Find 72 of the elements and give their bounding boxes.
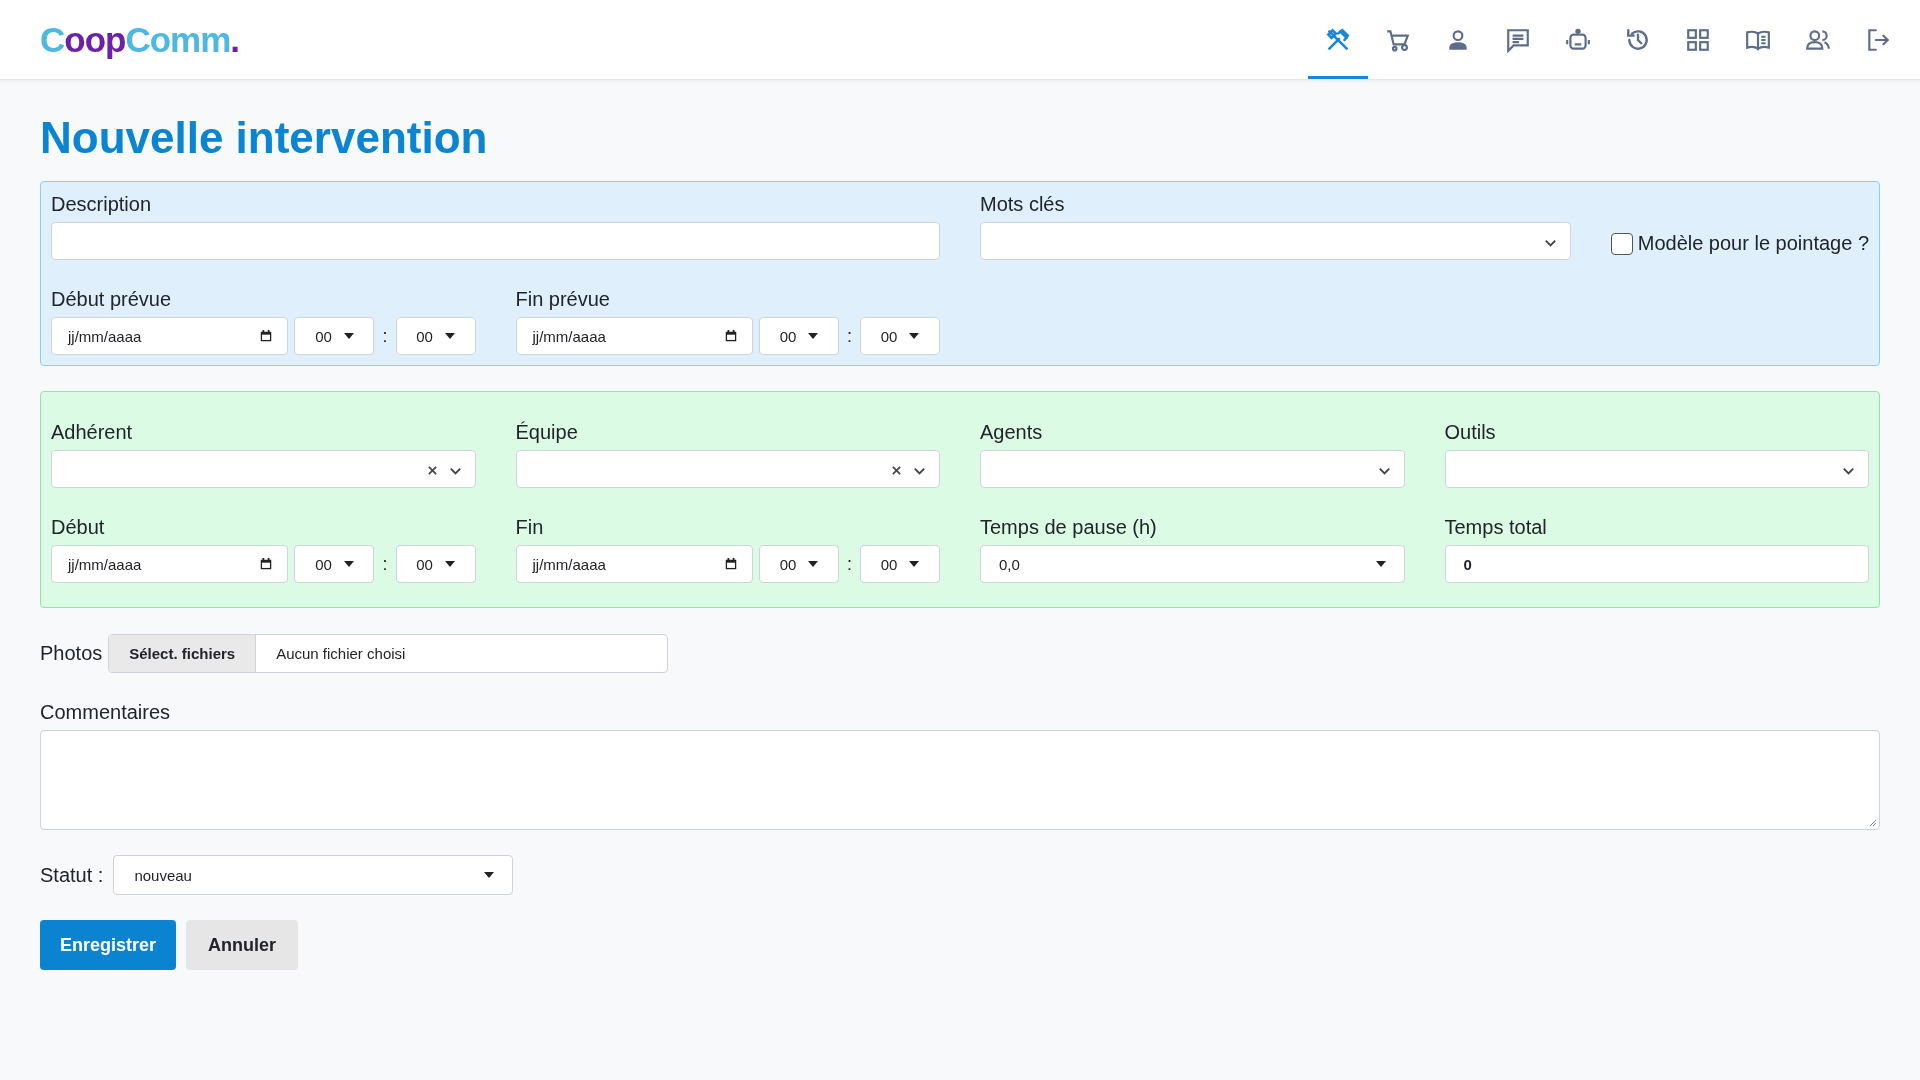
- tools-icon: [1325, 26, 1351, 53]
- file-status: Aucun fichier choisi: [275, 644, 407, 664]
- caret-icon: [444, 333, 455, 339]
- field-label: Description: [51, 192, 153, 216]
- caret-icon: [808, 561, 819, 567]
- history-icon: [1625, 26, 1651, 53]
- minute-select[interactable]: 00: [860, 545, 940, 583]
- field-label: Mots clés: [980, 192, 1066, 216]
- page-title: Nouvelle intervention: [40, 112, 489, 164]
- chat-icon: [1505, 26, 1531, 53]
- save-button[interactable]: Enregistrer: [40, 920, 177, 970]
- select-field[interactable]: [980, 450, 1405, 488]
- minute-select[interactable]: 00: [395, 545, 476, 583]
- caret-icon: [909, 333, 920, 339]
- minute-select[interactable]: 00: [860, 317, 940, 355]
- file-input[interactable]: Sélect. fichiers Aucun fichier choisi: [108, 634, 669, 673]
- hour-select[interactable]: 00: [759, 545, 839, 583]
- caret-icon: [1375, 561, 1386, 567]
- select-field[interactable]: [1444, 450, 1869, 488]
- choose-files-button[interactable]: Sélect. fichiers: [109, 635, 257, 672]
- caret-icon: [808, 333, 819, 339]
- resize-grip-icon: [1869, 819, 1877, 827]
- calendar-icon: [724, 329, 738, 343]
- field-label: Temps total: [1444, 515, 1548, 539]
- calendar-icon: [259, 329, 274, 343]
- time-separator: :: [847, 553, 852, 575]
- field-label: Fin prévue: [515, 287, 611, 311]
- hour-select[interactable]: 00: [294, 317, 375, 355]
- date-field[interactable]: jj/mm/aaaa: [515, 545, 753, 583]
- date-field[interactable]: jj/mm/aaaa: [51, 545, 289, 583]
- calendar-icon: [259, 557, 274, 571]
- field-label: Adhérent: [51, 420, 134, 444]
- date-field[interactable]: jj/mm/aaaa: [515, 317, 753, 355]
- caret-icon: [444, 561, 455, 567]
- caret-icon: [909, 561, 920, 567]
- grid-icon: [1685, 26, 1711, 53]
- robot-icon: [1565, 26, 1591, 53]
- time-separator: :: [382, 325, 388, 347]
- clear-icon[interactable]: [426, 465, 438, 476]
- calendar-icon: [724, 557, 738, 571]
- caret-icon: [484, 872, 495, 878]
- status-label: Statut :: [40, 863, 104, 887]
- status-select[interactable]: nouveau: [113, 855, 514, 895]
- field-label: Temps de pause (h): [980, 515, 1158, 539]
- time-separator: :: [847, 325, 852, 347]
- comments-field[interactable]: [40, 730, 1880, 830]
- description-field[interactable]: [51, 222, 940, 260]
- checkbox[interactable]: [1610, 232, 1633, 255]
- clear-icon[interactable]: [891, 465, 902, 476]
- field-label: Fin: [515, 515, 545, 539]
- field-label: Agents: [980, 420, 1044, 444]
- field-label: Début prévue: [51, 287, 173, 311]
- field-label: Équipe: [515, 420, 579, 444]
- minute-select[interactable]: 00: [395, 317, 476, 355]
- select-field[interactable]: [51, 450, 476, 488]
- field-label: Outils: [1444, 420, 1497, 444]
- logo[interactable]: CoopComm.: [40, 19, 240, 60]
- comments-label: Commentaires: [40, 700, 172, 724]
- total-time-field[interactable]: 0: [1444, 545, 1869, 583]
- date-field[interactable]: jj/mm/aaaa: [51, 317, 289, 355]
- logout-icon: [1865, 26, 1891, 53]
- caret-icon: [343, 333, 354, 339]
- pause-select[interactable]: 0,0: [980, 545, 1405, 583]
- cancel-button[interactable]: Annuler: [186, 920, 299, 970]
- checkbox-label: Modèle pour le pointage ?: [1637, 232, 1869, 255]
- photos-label: Photos: [40, 642, 103, 665]
- hour-select[interactable]: 00: [759, 317, 839, 355]
- caret-icon: [343, 561, 354, 567]
- select-field[interactable]: [515, 450, 940, 488]
- field-label: Début: [51, 515, 106, 539]
- hour-select[interactable]: 00: [294, 545, 375, 583]
- time-separator: :: [382, 553, 388, 575]
